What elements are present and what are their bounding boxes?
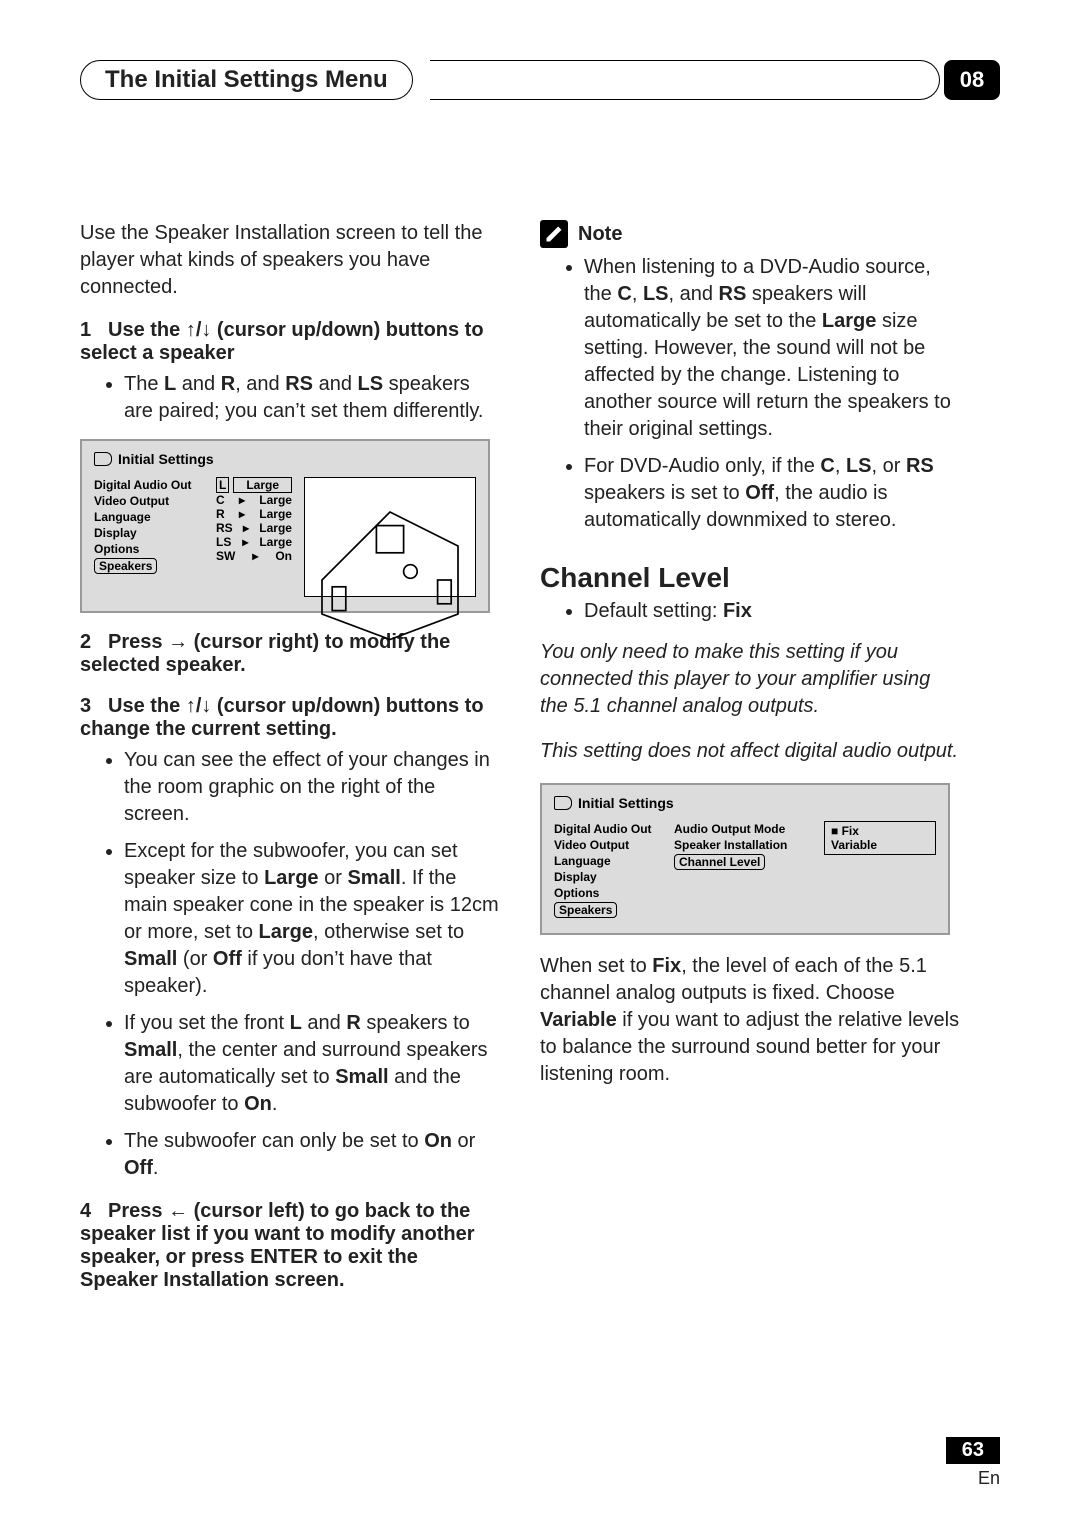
room-icon xyxy=(305,478,475,648)
osd-sub-list: Audio Output Mode Speaker Installation C… xyxy=(674,821,814,871)
step-4: 4Press ← (cursor left) to go back to the… xyxy=(80,1200,500,1292)
right-column: Note When listening to a DVD-Audio sourc… xyxy=(540,220,960,1298)
body-columns: Use the Speaker Installation screen to t… xyxy=(80,220,1000,1298)
arrow-left-icon: ← xyxy=(168,1200,188,1222)
osd-channel-level: Initial Settings Digital Audio Out Video… xyxy=(540,783,950,935)
list-item: When listening to a DVD-Audio source, th… xyxy=(584,254,960,443)
osd-nav: Digital Audio Out Video Output Language … xyxy=(94,477,204,575)
section-heading-channel-level: Channel Level xyxy=(540,562,960,594)
note-bullets: When listening to a DVD-Audio source, th… xyxy=(540,254,960,534)
list-item: Default setting: Fix xyxy=(584,598,960,625)
list-item: For DVD-Audio only, if the C, LS, or RS … xyxy=(584,453,960,534)
italic-paragraph: This setting does not affect digital aud… xyxy=(540,738,960,765)
language-label: En xyxy=(946,1468,1000,1489)
chapter-badge: 08 xyxy=(944,60,1000,100)
note-header: Note xyxy=(540,220,960,248)
list-item: The subwoofer can only be set to On or O… xyxy=(124,1128,500,1182)
left-column: Use the Speaker Installation screen to t… xyxy=(80,220,500,1298)
intro-paragraph: Use the Speaker Installation screen to t… xyxy=(80,220,500,301)
list-item: Except for the subwoofer, you can set sp… xyxy=(124,838,500,1000)
list-item: You can see the effect of your changes i… xyxy=(124,747,500,828)
step1-bullets: The L and R, and RS and LS speakers are … xyxy=(80,371,500,425)
step-3: 3Use the ↑/↓ (cursor up/down) buttons to… xyxy=(80,695,500,741)
manual-page: The Initial Settings Menu 08 Use the Spe… xyxy=(0,0,1080,1529)
page-title: The Initial Settings Menu xyxy=(80,60,413,100)
default-setting: Default setting: Fix xyxy=(540,598,960,625)
osd-title: Initial Settings xyxy=(554,795,936,811)
step-1: 1Use the ↑/↓ (cursor up/down) buttons to… xyxy=(80,319,500,365)
list-item: If you set the front L and R speakers to… xyxy=(124,1010,500,1118)
step3-bullets: You can see the effect of your changes i… xyxy=(80,747,500,1182)
arrow-up-down-icon: ↑/↓ xyxy=(186,319,212,341)
arrow-right-icon: → xyxy=(168,631,188,653)
page-footer: 63 En xyxy=(946,1437,1000,1489)
page-number: 63 xyxy=(946,1437,1000,1464)
osd-title: Initial Settings xyxy=(94,451,476,467)
italic-paragraph: You only need to make this setting if yo… xyxy=(540,639,960,720)
arrow-up-down-icon: ↑/↓ xyxy=(186,695,212,717)
page-header: The Initial Settings Menu 08 xyxy=(80,60,1000,100)
osd-speaker-list: LLarge C▸Large R▸Large RS▸Large LS▸Large… xyxy=(214,477,294,563)
note-icon xyxy=(540,220,568,248)
osd-options: Fix Variable xyxy=(824,821,936,855)
osd-room-graphic xyxy=(304,477,476,597)
osd-nav: Digital Audio Out Video Output Language … xyxy=(554,821,664,919)
paragraph: When set to Fix, the level of each of th… xyxy=(540,953,960,1088)
osd-speaker-installation: Initial Settings Digital Audio Out Video… xyxy=(80,439,490,613)
list-item: The L and R, and RS and LS speakers are … xyxy=(124,371,500,425)
